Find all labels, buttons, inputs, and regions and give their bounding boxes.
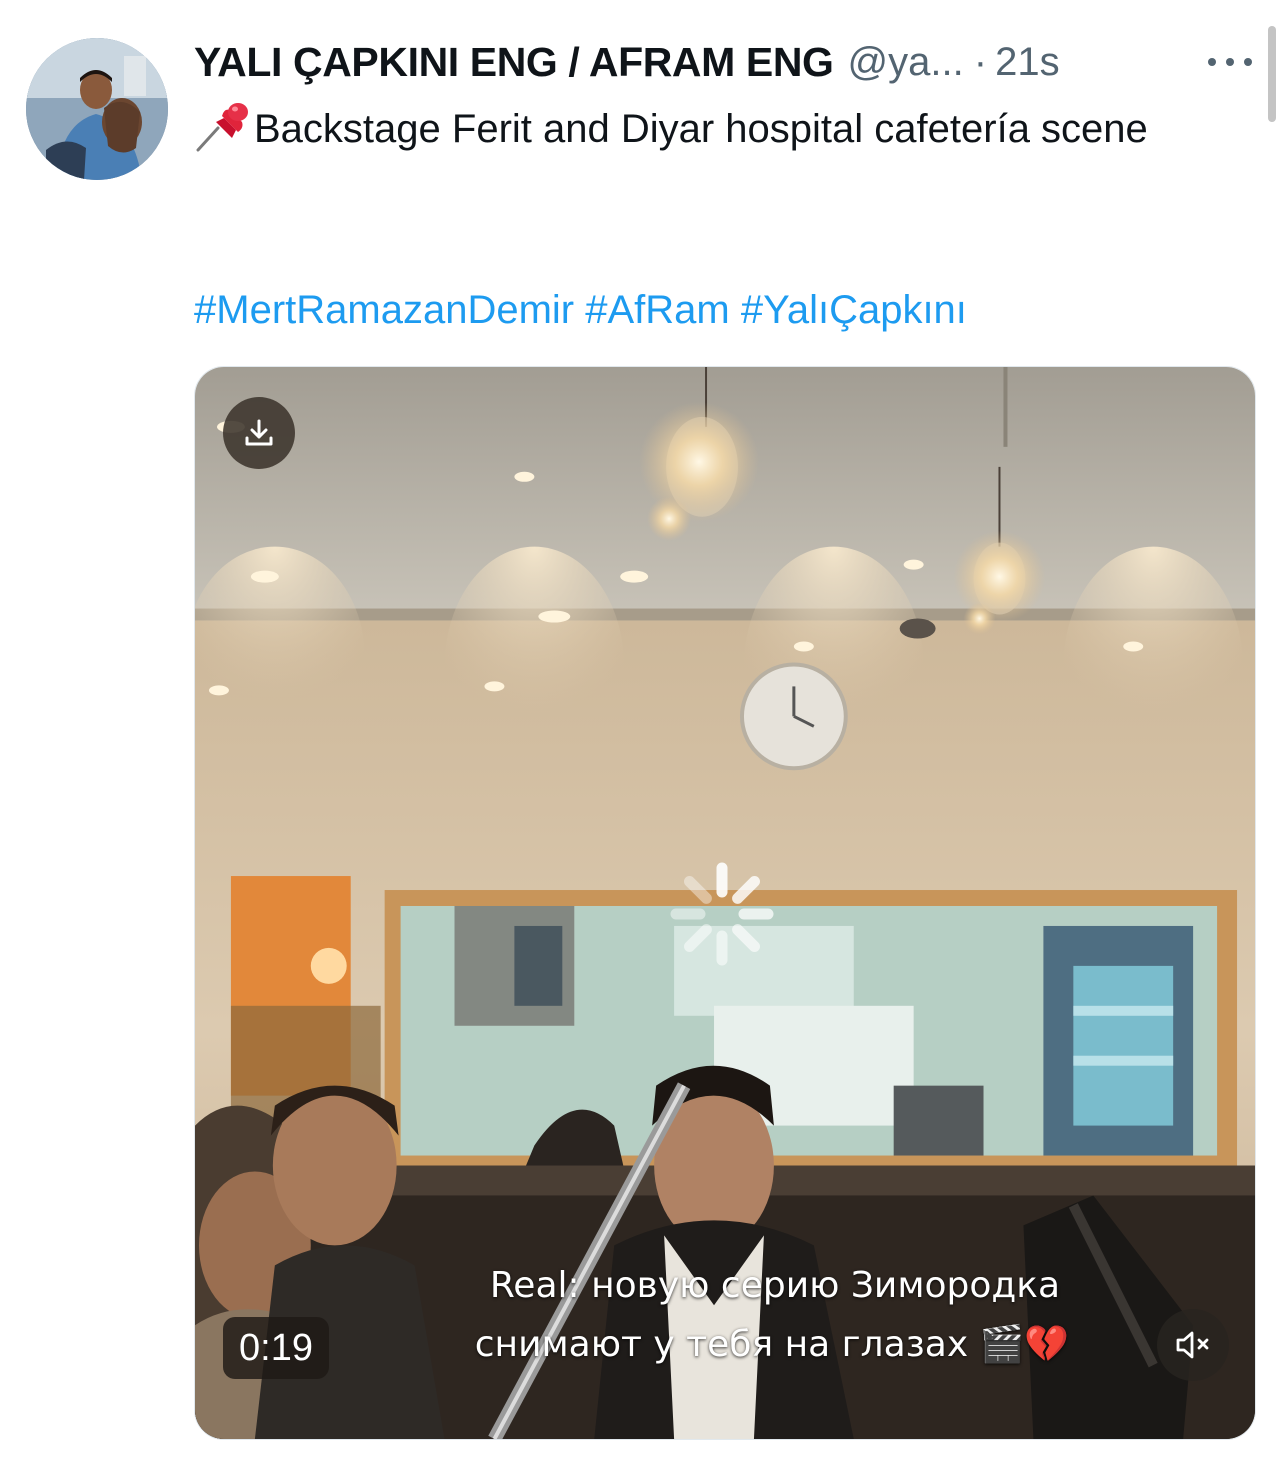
tweet[interactable]: YALI ÇAPKINI ENG / AFRAM ENG @ya... · 21… <box>0 0 1284 1462</box>
hashtag-link[interactable]: #AfRam <box>585 288 730 332</box>
hashtag-link[interactable]: #YalıÇapkını <box>741 288 967 332</box>
volume-muted-icon <box>1176 1331 1209 1359</box>
video-player[interactable]: Real: новую серию Зимородка снимают у те… <box>194 366 1256 1440</box>
tweet-text-content: Backstage Ferit and Diyar hospital cafet… <box>254 107 1148 151</box>
timestamp[interactable]: 21s <box>995 40 1060 85</box>
avatar[interactable] <box>26 38 168 180</box>
scrollbar[interactable] <box>1268 26 1276 122</box>
video-duration-badge: 0:19 <box>223 1317 329 1379</box>
more-horizontal-icon[interactable] <box>1208 52 1252 72</box>
tweet-header: YALI ÇAPKINI ENG / AFRAM ENG @ya... · 21… <box>194 36 1060 88</box>
pushpin-icon <box>196 103 248 152</box>
video-caption-line: Real: новую серию Зимородка <box>489 1265 1061 1306</box>
user-handle[interactable]: @ya... <box>848 40 964 85</box>
tweet-text: Backstage Ferit and Diyar hospital cafet… <box>194 98 1244 157</box>
loading-spinner-icon <box>670 862 774 966</box>
video-caption-line: снимают у тебя на глазах 🎬💔 <box>474 1324 1070 1365</box>
download-button[interactable] <box>223 397 295 469</box>
download-icon <box>245 419 273 446</box>
hashtag-link[interactable]: #MertRamazanDemir <box>194 288 574 332</box>
display-name[interactable]: YALI ÇAPKINI ENG / AFRAM ENG <box>194 39 834 86</box>
separator-dot: · <box>973 39 988 84</box>
hashtag-line: #MertRamazanDemir #AfRam #YalıÇapkını <box>194 282 967 338</box>
unmute-button[interactable] <box>1157 1309 1229 1381</box>
